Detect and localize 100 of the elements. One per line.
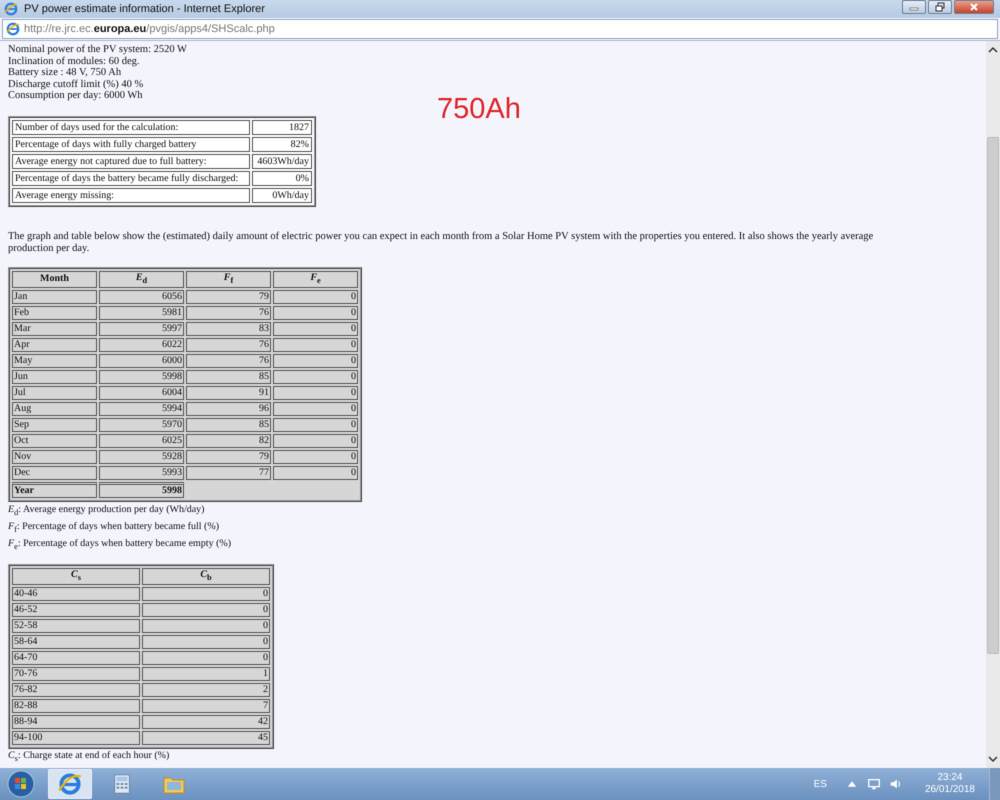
scroll-up-icon[interactable]: [988, 45, 998, 55]
table-cell: Oct: [12, 434, 97, 448]
table-cell: Mar: [12, 322, 97, 336]
table-cell: 0: [142, 602, 270, 616]
table-cell: Feb: [12, 306, 97, 320]
table-cell: 82-88: [12, 698, 140, 712]
table-cell: 5970: [99, 418, 184, 432]
table-cell: Number of days used for the calculation:: [12, 120, 250, 134]
table-cell: 64-70: [12, 650, 140, 664]
volume-icon[interactable]: [888, 777, 903, 791]
table-cell: 5928: [99, 450, 184, 464]
table-cell: 83: [186, 322, 271, 336]
restore-button[interactable]: [928, 0, 952, 14]
column-header: F$_{f}$: [186, 270, 271, 288]
overlay-note: 750Ah: [437, 93, 521, 126]
restore-icon: [935, 2, 945, 12]
column-header: Month: [12, 270, 97, 288]
table-cell: 70-76: [12, 666, 140, 680]
table-cell: 45: [142, 730, 270, 744]
table-cell: 91: [186, 386, 271, 400]
table-cell: Jun: [12, 370, 97, 384]
table-cell: 6025: [99, 434, 184, 448]
summary-line: Consumption per day: 6000 Wh: [8, 90, 143, 102]
window-title: PV power estimate information - Internet Explorer: [24, 3, 266, 15]
table-cell: 7: [142, 698, 270, 712]
calculator-icon: [111, 772, 133, 796]
table-cell: 76: [186, 338, 271, 352]
table-cell: 0: [273, 354, 358, 368]
table-cell: 0: [273, 306, 358, 320]
table-cell: 5993: [99, 466, 184, 480]
table-cell: 2: [142, 682, 270, 696]
table-cell: 5998: [99, 482, 184, 498]
vertical-scrollbar[interactable]: [986, 41, 1000, 768]
browser-logo-icon: [4, 2, 18, 16]
table-cell: 85: [186, 370, 271, 384]
table-cell: Average energy not captured due to full battery:: [12, 154, 250, 168]
table-cell: 6022: [99, 338, 184, 352]
column-header: F$_{e}$: [273, 270, 358, 288]
clock-date[interactable]: 26/01/2018: [924, 784, 975, 796]
column-header: E$_{d}$: [99, 270, 184, 288]
table-cell: Jan: [12, 290, 97, 304]
url-text: http://re.jrc.ec.europa.eu/pvgis/apps4/SHScalc.php: [24, 23, 275, 35]
start-orb-icon[interactable]: [6, 769, 36, 799]
table-cell: 58-64: [12, 634, 140, 648]
language-indicator[interactable]: ES: [814, 778, 827, 790]
intro-paragraph: The graph and table below show the (estimated) daily amount of electric power you can expect in each month from a Solar Home PV system with the properties you entered. It also shows the yearly average production per day.: [8, 230, 874, 254]
table-cell: 0: [273, 450, 358, 464]
table-cell: 0: [273, 370, 358, 384]
table-cell: 40-46: [12, 586, 140, 600]
table-cell: 0Wh/day: [252, 188, 312, 202]
table-cell: 0: [273, 386, 358, 400]
address-bar[interactable]: http://re.jrc.ec.europa.eu/pvgis/apps4/SHScalc.php: [2, 19, 998, 39]
scroll-down-icon[interactable]: [988, 754, 998, 764]
table-cell: 76: [186, 354, 271, 368]
table-cell: 0: [142, 634, 270, 648]
table-cell: 94-100: [12, 730, 140, 744]
table-cell: 0: [273, 290, 358, 304]
browser-logo-icon: [57, 771, 83, 797]
table-cell: 88-94: [12, 714, 140, 728]
table-cell: 76-82: [12, 682, 140, 696]
table-cell: 0: [273, 418, 358, 432]
legend-line: F$_{e}$: Percentage of days when battery became empty (%): [8, 536, 232, 552]
table-cell: 96: [186, 402, 271, 416]
table-cell: 4603Wh/day: [252, 154, 312, 168]
table-cell: Dec: [12, 466, 97, 480]
browser-taskbar-button[interactable]: [48, 769, 92, 799]
table-cell: May: [12, 354, 97, 368]
browser-logo-icon: [6, 22, 20, 36]
table-cell: 0: [273, 322, 358, 336]
monitor-icon[interactable]: [866, 777, 881, 791]
table-cell: 0: [273, 402, 358, 416]
table-cell: 52-58: [12, 618, 140, 632]
close-icon: [969, 2, 979, 12]
minimize-button[interactable]: [902, 0, 926, 14]
table-cell: 1827: [252, 120, 312, 134]
table-cell: 79: [186, 450, 271, 464]
summary-line: Discharge cutoff limit (%) 40 %: [8, 78, 144, 90]
footnote: C$_{s}$: Charge state at end of each hour (%): [8, 748, 170, 764]
clock-time[interactable]: 23:24: [937, 772, 962, 784]
table-cell: Sep: [12, 418, 97, 432]
table-cell: 42: [142, 714, 270, 728]
table-cell: 5994: [99, 402, 184, 416]
table-cell: 0: [142, 650, 270, 664]
table-cell: Apr: [12, 338, 97, 352]
table-cell: Jul: [12, 386, 97, 400]
table-cell: 76: [186, 306, 271, 320]
table-cell: Percentage of days with fully charged battery: [12, 136, 250, 152]
table-cell: Percentage of days the battery became fully discharged:: [12, 170, 250, 186]
table-cell: 79: [186, 290, 271, 304]
table-cell: 0: [273, 466, 358, 480]
close-button[interactable]: [954, 0, 994, 14]
scrollbar-thumb[interactable]: [987, 137, 999, 654]
table-cell: 5981: [99, 306, 184, 320]
column-header: C$_{s}$: [12, 568, 140, 584]
table-cell: Aug: [12, 402, 97, 416]
summary-line: Battery size : 48 V, 750 Ah: [8, 67, 122, 78]
table-cell: 46-52: [12, 602, 140, 616]
table-cell: 5998: [99, 370, 184, 384]
table-cell: Nov: [12, 450, 97, 464]
table-cell: Year: [12, 482, 97, 498]
